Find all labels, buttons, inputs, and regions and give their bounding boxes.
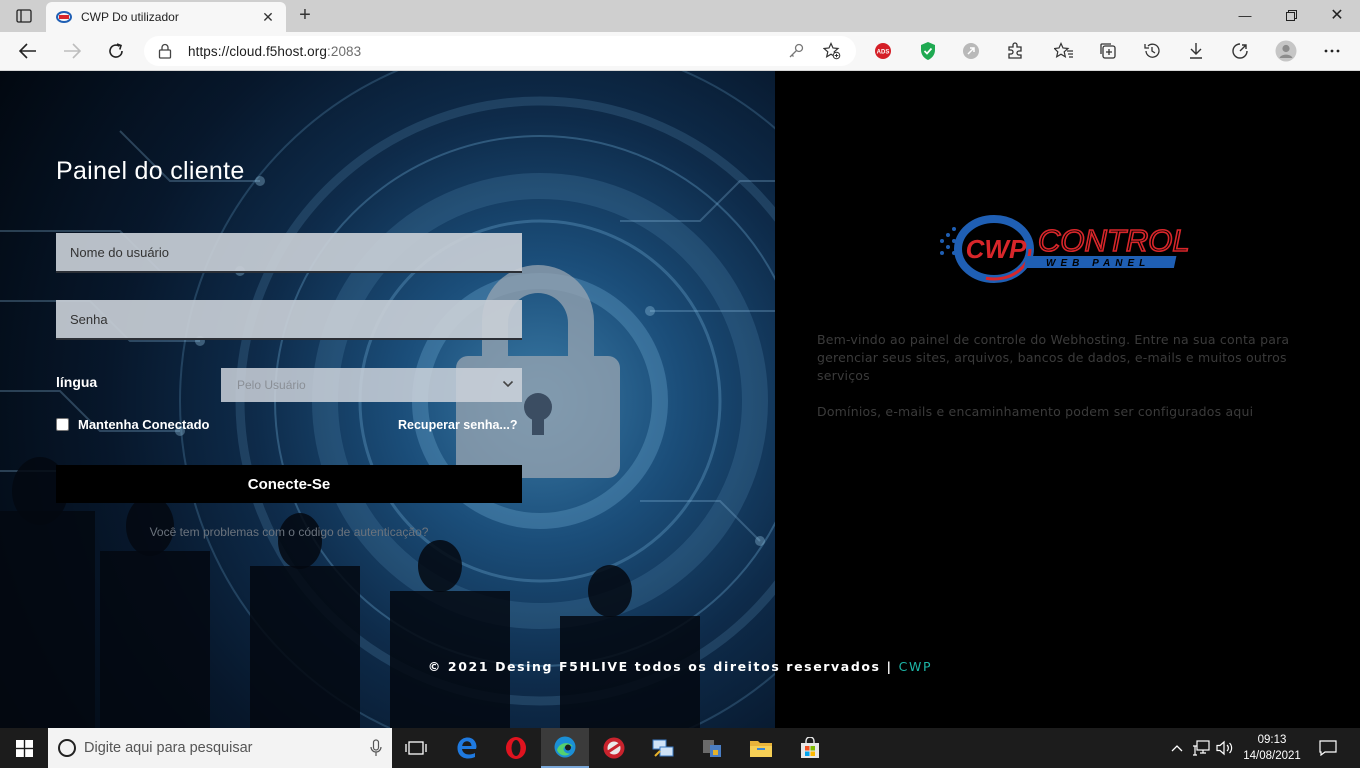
browser-tab[interactable]: CWP Do utilizador ✕ [46, 2, 286, 32]
refresh-icon[interactable] [102, 38, 130, 64]
cwp-favicon-icon [56, 11, 72, 23]
language-select-value: Pelo Usuário [237, 378, 306, 392]
remote-desktop-icon[interactable] [639, 728, 687, 768]
volume-icon[interactable] [1214, 728, 1236, 768]
legacy-edge-icon[interactable] [443, 728, 491, 768]
shield-extension-icon[interactable] [916, 40, 940, 62]
login-panel: Painel do cliente língua Pelo Usuário Ma… [0, 71, 775, 728]
minimize-icon[interactable]: — [1222, 0, 1268, 30]
auth-problem-link[interactable]: Você tem problemas com o código de auten… [56, 525, 522, 539]
browser-toolbar: https://cloud.f5host.org:2083 ADS [0, 32, 1360, 71]
new-tab-icon[interactable]: + [294, 4, 316, 28]
close-window-icon[interactable]: ✕ [1314, 0, 1360, 30]
svg-text:CONTROL: CONTROL [1038, 223, 1190, 258]
maximize-icon[interactable] [1268, 0, 1314, 30]
chevron-down-icon [502, 380, 514, 388]
microsoft-store-icon[interactable] [786, 728, 834, 768]
windows-start-icon[interactable] [0, 728, 48, 768]
taskbar-search-placeholder: Digite aqui para pesquisar [84, 740, 253, 756]
favorite-add-icon[interactable] [822, 41, 842, 61]
remember-me: Mantenha Conectado [56, 417, 209, 432]
svg-text:ADS: ADS [877, 50, 890, 56]
cortana-icon [58, 739, 76, 757]
tray-chevron-up-icon[interactable] [1166, 728, 1188, 768]
welcome-text: Bem-vindo ao painel de controle do Webho… [817, 331, 1317, 439]
more-menu-icon[interactable] [1320, 40, 1344, 62]
domains-paragraph: Domínios, e-mails e encaminhamento podem… [817, 404, 1254, 419]
task-view-icon[interactable] [392, 728, 440, 768]
adblock-extension-icon[interactable]: ADS [871, 40, 895, 62]
panel-title: Painel do cliente [56, 157, 245, 185]
favorites-icon[interactable] [1052, 40, 1076, 62]
red-app-icon[interactable] [590, 728, 638, 768]
microphone-icon[interactable] [370, 739, 382, 757]
network-icon[interactable] [1190, 728, 1212, 768]
taskbar-search[interactable]: Digite aqui para pesquisar [48, 728, 392, 768]
taskbar-clock[interactable]: 09:13 14/08/2021 [1240, 732, 1304, 764]
lock-icon[interactable] [158, 43, 172, 59]
security-app-icon[interactable] [688, 728, 736, 768]
language-label: língua [56, 374, 98, 390]
back-icon[interactable] [14, 38, 42, 64]
collections-icon[interactable] [1096, 40, 1120, 62]
page-content: Painel do cliente língua Pelo Usuário Ma… [0, 71, 1360, 728]
key-icon[interactable] [786, 41, 806, 61]
welcome-paragraph: Bem-vindo ao painel de controle do Webho… [817, 332, 1290, 383]
file-explorer-icon[interactable] [737, 728, 785, 768]
profile-avatar-icon[interactable] [1274, 40, 1298, 62]
extensions-icon[interactable] [1003, 40, 1027, 62]
address-bar[interactable]: https://cloud.f5host.org:2083 [144, 36, 856, 66]
recover-password-link[interactable]: Recuperar senha...? [398, 418, 518, 432]
clock-date: 14/08/2021 [1243, 750, 1301, 762]
performance-icon[interactable] [1228, 40, 1252, 62]
windows-taskbar: Digite aqui para pesquisar 09:13 14/08/2… [0, 728, 1360, 768]
forward-icon[interactable] [58, 38, 86, 64]
login-button[interactable]: Conecte-Se [56, 465, 522, 503]
edge-browser-icon[interactable] [541, 728, 589, 768]
remember-checkbox[interactable] [56, 418, 69, 431]
cwp-control-web-panel-logo: CWP CONTROL WEB PANEL [940, 215, 1190, 283]
svg-text:CWP: CWP [966, 234, 1027, 264]
clock-time: 09:13 [1257, 734, 1287, 746]
remember-label: Mantenha Conectado [78, 417, 210, 432]
page-footer: © 2021 Desing F5HLIVE todos os direitos … [0, 659, 1360, 674]
footer-brand-link[interactable]: CWP [899, 659, 932, 674]
history-icon[interactable] [1140, 40, 1164, 62]
tab-actions-icon[interactable] [8, 6, 40, 26]
opera-icon[interactable] [492, 728, 540, 768]
browser-tab-bar: CWP Do utilizador ✕ + — ✕ [0, 0, 1360, 32]
downloads-icon[interactable] [1184, 40, 1208, 62]
tab-title: CWP Do utilizador [81, 10, 179, 24]
url-text: https://cloud.f5host.org:2083 [188, 43, 362, 59]
username-input[interactable] [56, 233, 522, 273]
window-controls: — ✕ [1222, 0, 1360, 32]
footer-copyright: © 2021 Desing F5HLIVE todos os direitos … [427, 659, 899, 674]
notifications-icon[interactable] [1314, 728, 1342, 768]
password-input[interactable] [56, 300, 522, 340]
svg-text:WEB PANEL: WEB PANEL [1046, 258, 1150, 269]
tab-close-icon[interactable]: ✕ [260, 9, 276, 26]
language-select[interactable]: Pelo Usuário [221, 368, 522, 402]
extension-gray-icon[interactable] [959, 40, 983, 62]
